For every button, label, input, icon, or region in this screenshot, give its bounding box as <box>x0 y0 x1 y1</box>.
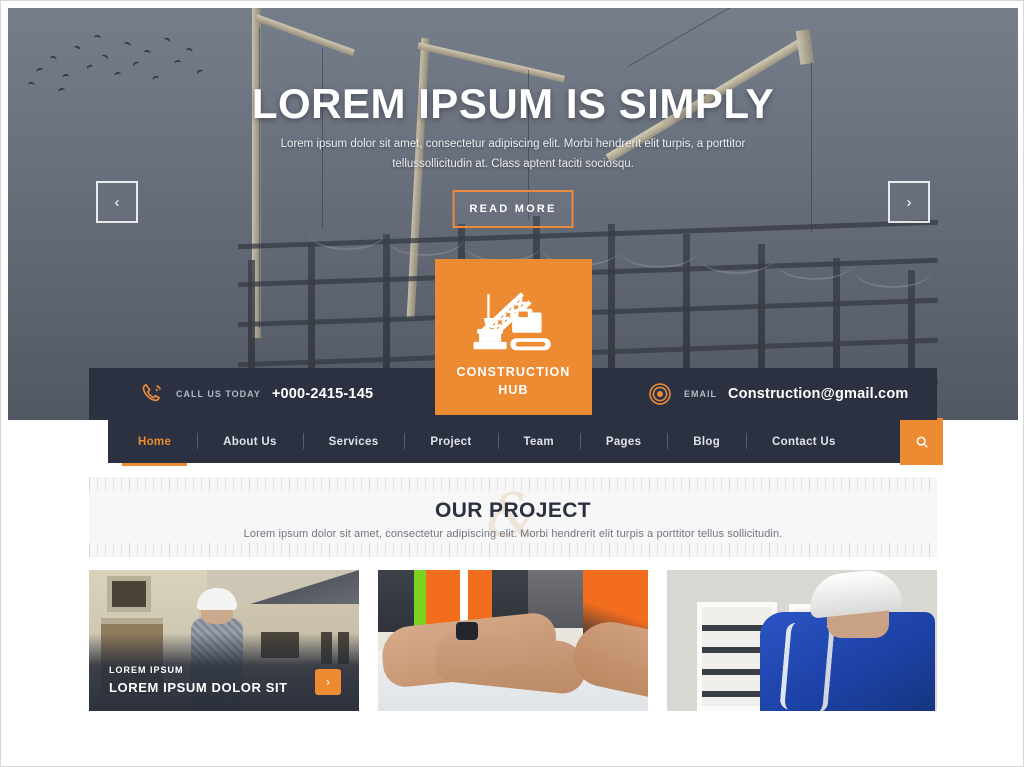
nav-item-blog[interactable]: Blog <box>667 420 746 463</box>
read-more-button[interactable]: READ MORE <box>452 190 574 228</box>
card-arrow-button[interactable]: › <box>315 669 341 695</box>
nav-list: Home About Us Services Project Team Pages Blog… <box>108 420 862 466</box>
chevron-right-icon: › <box>906 193 912 211</box>
logo-line-1: CONSTRUCTION <box>456 365 571 379</box>
contact-phone[interactable]: CALL US TODAY +000-2415-145 <box>139 381 373 407</box>
logo-line-2: HUB <box>498 383 529 398</box>
section-header: & OUR PROJECT Lorem ipsum dolor sit amet… <box>89 477 937 557</box>
logo-text: CONSTRUCTION HUB <box>457 363 571 399</box>
nav-item-project[interactable]: Project <box>404 420 497 463</box>
card-eyebrow: LOREM IPSUM <box>109 665 184 675</box>
nav-item-team[interactable]: Team <box>497 420 580 463</box>
section-title: OUR PROJECT <box>434 499 592 522</box>
hero-subtitle: Lorem ipsum dolor sit amet, consectetur … <box>280 138 746 171</box>
chevron-left-icon: ‹ <box>114 193 120 211</box>
at-sign-icon <box>649 383 671 405</box>
nav-item-services[interactable]: Services <box>302 420 405 463</box>
site-logo[interactable]: CONSTRUCTION HUB <box>435 259 592 415</box>
nav-item-pages[interactable]: Pages <box>579 420 667 463</box>
phone-icon <box>142 383 162 402</box>
contact-email[interactable]: EMAIL Construction@gmail.com <box>647 381 908 407</box>
card-title: LOREM IPSUM DOLOR SIT <box>109 680 288 695</box>
nav-item-home[interactable]: Home <box>112 420 197 466</box>
contact-phone-label: CALL US TODAY <box>176 389 261 399</box>
section-subtitle: Lorem ipsum dolor sit amet, consectetur … <box>243 528 783 540</box>
main-navigation: Home About Us Services Project Team Pages Blog… <box>108 418 943 466</box>
search-icon <box>916 436 928 448</box>
project-image-2 <box>378 570 648 711</box>
card-caption: LOREM IPSUM LOREM IPSUM DOLOR SIT <box>109 665 288 695</box>
chevron-right-icon: › <box>326 675 330 689</box>
project-image-3 <box>667 570 937 711</box>
hero-title: LOREM IPSUM IS SIMPLY <box>251 80 775 127</box>
project-card-list: LOREM IPSUM LOREM IPSUM DOLOR SIT › <box>89 570 937 711</box>
webpage-screenshot: LOREM IPSUM IS SIMPLY Lorem ipsum dolor … <box>0 0 1024 767</box>
ruler-decoration-top <box>89 477 937 491</box>
contact-email-value: Construction@gmail.com <box>728 386 909 402</box>
ruler-decoration-bottom <box>89 543 937 557</box>
crawler-crane-icon <box>473 292 551 351</box>
project-card[interactable] <box>667 570 937 711</box>
contact-email-label: EMAIL <box>684 389 717 399</box>
nav-item-about-us[interactable]: About Us <box>197 420 303 463</box>
project-card[interactable]: LOREM IPSUM LOREM IPSUM DOLOR SIT › <box>89 570 359 711</box>
slider-next-arrow[interactable]: › <box>888 181 930 223</box>
slider-prev-arrow[interactable]: ‹ <box>96 181 138 223</box>
search-button[interactable] <box>900 418 943 465</box>
nav-item-contact-us[interactable]: Contact Us <box>746 420 862 463</box>
project-card[interactable] <box>378 570 648 711</box>
contact-phone-value: +000-2415-145 <box>271 386 374 402</box>
